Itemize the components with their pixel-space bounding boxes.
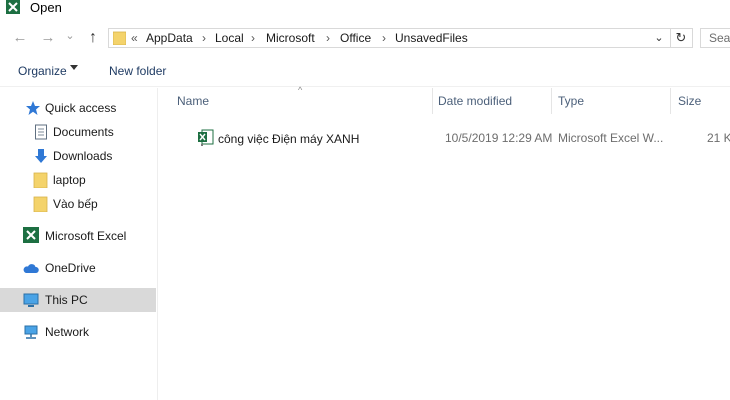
- folder-icon: [113, 31, 126, 45]
- file-date-modified: 10/5/2019 12:29 AM: [445, 131, 553, 145]
- recent-locations-button[interactable]: ⌄: [63, 26, 77, 46]
- command-bar: Organize New folder: [0, 58, 730, 87]
- sidebar-item-label: Quick access: [45, 101, 117, 115]
- breadcrumb-separator[interactable]: ›: [382, 29, 386, 47]
- sidebar-item-microsoft-excel[interactable]: Microsoft Excel: [0, 226, 157, 246]
- breadcrumb-unsavedfiles[interactable]: UnsavedFiles: [395, 29, 468, 47]
- folder-icon: [33, 172, 48, 188]
- up-button[interactable]: ↑: [84, 28, 102, 48]
- address-dropdown-icon[interactable]: ⌄: [652, 29, 666, 47]
- breadcrumb-microsoft[interactable]: Microsoft: [266, 29, 315, 47]
- chevron-down-icon: ⌄: [65, 30, 75, 42]
- network-icon: [24, 325, 38, 339]
- star-icon: [26, 101, 40, 115]
- file-name[interactable]: công việc Điện máy XANH: [218, 132, 359, 146]
- column-header-type[interactable]: Type: [558, 94, 584, 108]
- arrow-up-icon: ↑: [89, 29, 97, 46]
- document-icon: [35, 124, 47, 140]
- organize-button[interactable]: Organize: [18, 64, 67, 78]
- arrow-left-icon: ←: [12, 29, 28, 46]
- sidebar-item-network[interactable]: Network: [0, 322, 157, 342]
- sidebar-item-label: Vào bếp: [53, 197, 98, 211]
- sidebar-item-onedrive[interactable]: OneDrive: [0, 258, 157, 278]
- sidebar-item-this-pc[interactable]: This PC: [0, 288, 156, 312]
- computer-icon: [23, 293, 39, 307]
- file-size: 21 KB: [707, 131, 730, 145]
- refresh-icon[interactable]: ↻: [670, 29, 691, 47]
- new-folder-button[interactable]: New folder: [109, 64, 166, 78]
- back-button[interactable]: ←: [10, 28, 30, 48]
- sidebar-item-quick-access[interactable]: Quick access: [0, 98, 157, 118]
- title-bar: Open: [0, 0, 730, 18]
- breadcrumb-separator[interactable]: ›: [326, 29, 330, 47]
- search-placeholder: Sear: [709, 31, 730, 45]
- column-header-date-modified[interactable]: Date modified: [438, 94, 512, 108]
- sidebar-item-label: Documents: [53, 125, 114, 139]
- excel-icon: [23, 227, 39, 243]
- search-input[interactable]: Sear: [700, 28, 730, 48]
- sidebar-item-laptop[interactable]: laptop: [0, 170, 157, 190]
- column-divider[interactable]: [432, 88, 433, 114]
- sidebar-item-label: This PC: [45, 293, 88, 307]
- column-divider[interactable]: [670, 88, 671, 114]
- forward-button[interactable]: →: [38, 28, 58, 48]
- breadcrumb-local[interactable]: Local: [215, 29, 244, 47]
- sidebar-item-label: Network: [45, 325, 90, 339]
- sidebar-item-label: Microsoft Excel: [45, 229, 127, 243]
- breadcrumb-office[interactable]: Office: [340, 29, 371, 47]
- sidebar-item-label: OneDrive: [45, 261, 96, 275]
- sidebar-item-vao-bep[interactable]: Vào bếp: [0, 194, 157, 214]
- excel-icon: [6, 0, 20, 14]
- sidebar-item-label: laptop: [53, 173, 86, 187]
- navigation-pane: Quick access Documents Downloads laptop …: [0, 88, 158, 400]
- download-icon: [35, 149, 47, 163]
- file-list: ^ Name Date modified Type Size công việc…: [158, 85, 730, 400]
- column-divider[interactable]: [551, 88, 552, 114]
- breadcrumb-overflow[interactable]: «: [131, 29, 138, 47]
- sidebar-item-downloads[interactable]: Downloads: [0, 146, 157, 166]
- sort-ascending-icon: ^: [298, 85, 303, 95]
- folder-icon: [33, 196, 48, 212]
- breadcrumb-appdata[interactable]: AppData: [146, 29, 193, 47]
- file-type: Microsoft Excel W...: [558, 131, 664, 145]
- sidebar-item-label: Downloads: [53, 149, 113, 163]
- sidebar-item-documents[interactable]: Documents: [0, 122, 157, 142]
- file-status-dot: [201, 144, 203, 146]
- cloud-icon: [23, 264, 39, 273]
- column-header-size[interactable]: Size: [678, 94, 701, 108]
- column-header-name[interactable]: Name: [177, 94, 209, 108]
- arrow-right-icon: →: [40, 29, 56, 46]
- caret-down-icon[interactable]: [70, 65, 78, 70]
- breadcrumb-separator[interactable]: ›: [251, 29, 255, 47]
- address-bar[interactable]: « AppData › Local › Microsoft › Office ›…: [108, 28, 693, 48]
- window-title: Open: [30, 0, 62, 15]
- breadcrumb-separator[interactable]: ›: [202, 29, 206, 47]
